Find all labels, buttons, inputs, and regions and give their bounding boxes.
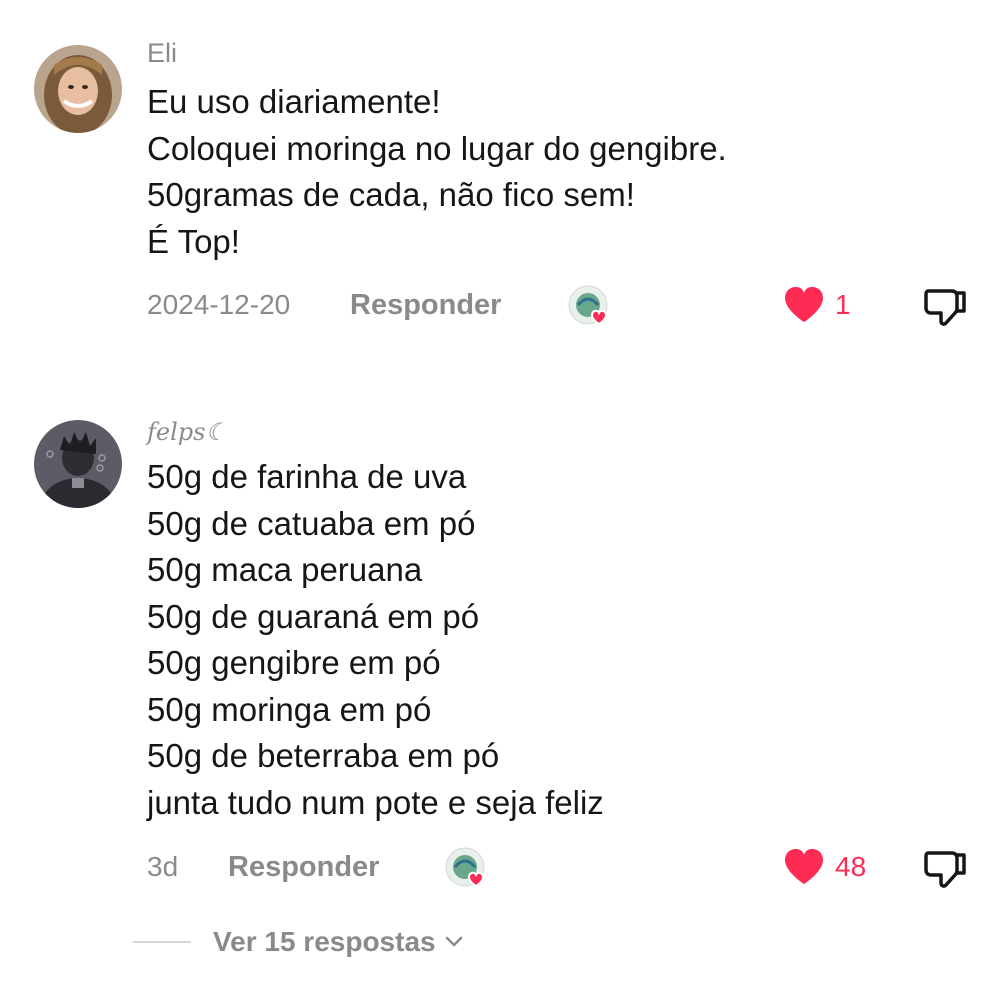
comment-line: junta tudo num pote e seja feliz: [147, 783, 604, 821]
username[interactable]: felps☾: [147, 418, 227, 446]
username[interactable]: Eli: [147, 38, 177, 69]
thumbs-down-icon: [924, 289, 966, 326]
dislike-button[interactable]: [922, 847, 968, 891]
avatar[interactable]: [34, 420, 122, 508]
creator-liked-badge-icon: [568, 285, 614, 329]
comment-date: 2024-12-20: [147, 289, 291, 320]
reply-button[interactable]: Responder: [350, 285, 501, 325]
like-button[interactable]: 48: [783, 847, 866, 887]
comment-line: 50gramas de cada, não fico sem!: [147, 176, 635, 213]
comment-line: 50g gengibre em pó: [147, 644, 441, 681]
comment-line: 50g maca peruana: [147, 551, 423, 588]
chevron-down-icon: [445, 936, 462, 947]
reply-button[interactable]: Responder: [228, 847, 379, 887]
comment-line: Eu uso diariamente!: [147, 83, 441, 120]
heart-icon: [785, 849, 823, 884]
view-replies-button[interactable]: Ver 15 respostas: [133, 920, 464, 964]
avatar[interactable]: [34, 45, 122, 133]
divider-line: [133, 941, 191, 943]
comment-line: 50g de farinha de uva: [147, 458, 467, 495]
comment-line: 50g de guaraná em pó: [147, 597, 480, 635]
like-count: 48: [835, 851, 867, 882]
comment-text: 50g de farinha de uva 50g de catuaba em …: [147, 454, 604, 826]
like-button[interactable]: 1: [783, 285, 851, 325]
comment-actions: 2024-12-20 Responder 1: [0, 285, 1000, 326]
comment-line: É Top!: [147, 222, 240, 260]
comment-text: Eu uso diariamente! Coloquei moringa no …: [147, 79, 727, 265]
comment-line: 50g de beterraba em pó: [147, 737, 500, 774]
comment-date: 3d: [147, 851, 179, 882]
like-count: 1: [835, 289, 851, 320]
creator-liked-badge-icon: [445, 847, 491, 891]
comment-actions: 3d Responder 48: [0, 847, 1000, 888]
thumbs-down-icon: [924, 851, 966, 888]
comment-line: 50g de catuaba em pó: [147, 504, 476, 542]
comment-line: 50g moringa em pó: [147, 690, 432, 728]
comment-line: Coloquei moringa no lugar do gengibre.: [147, 129, 727, 167]
heart-icon: [785, 287, 823, 322]
view-replies-label: Ver 15 respostas: [213, 926, 436, 957]
dislike-button[interactable]: [922, 285, 968, 329]
